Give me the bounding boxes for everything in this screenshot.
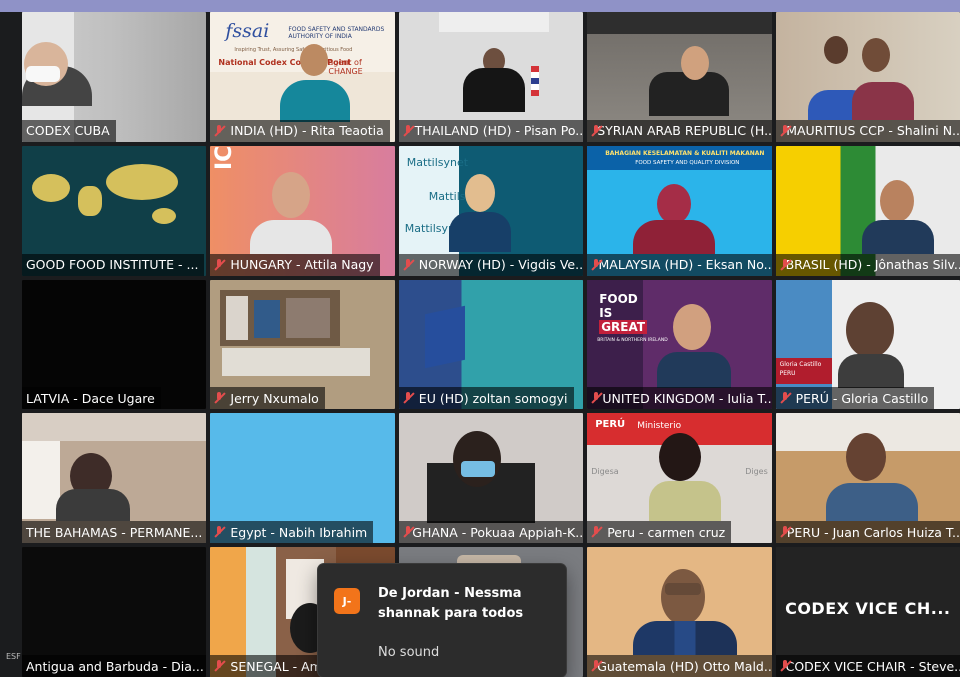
background-text: GREAT [599,319,648,334]
video-tile[interactable]: Antigua and Barbuda - Dia... [22,547,207,677]
mic-muted-icon [214,660,224,672]
fssai-text: Inspiring Trust, Assuring Safe & Nutriti… [234,47,353,53]
video-tile[interactable]: CODEX CUBA [22,12,207,142]
fssai-logo: fssai [225,20,270,42]
fssai-text: AUTHORITY OF INDIA [288,33,352,40]
video-tile[interactable]: CODEX VICE CH... CODEX VICE CHAIR - Stev… [775,547,960,677]
participant-name: INDIA (HD) - Rita Teaotia [210,119,390,142]
background-text: Mattils [428,189,466,203]
mic-muted-icon [214,392,224,404]
chat-sender: De Jordan - Nessma shannak para todos [378,586,524,621]
mic-muted-icon [214,258,224,271]
participant-name: THE BAHAMAS - PERMANE... [22,521,207,544]
background-text: Diges [745,467,768,477]
background-text: FOOD SAFETY AND QUALITY DIVISION [635,159,740,166]
participant-name: MALAYSIA (HD) - Eksan No... [587,253,772,276]
chat-popup[interactable]: J- De Jordan - Nessma shannak para todos… [318,564,566,677]
video-tile[interactable]: FOOD IS GREAT BRITAIN & NORTHERN IRELAND… [587,279,772,410]
mic-muted-icon [591,526,601,538]
fssai-text: FOOD SAFETY AND STANDARDS [288,26,385,33]
participant-name: Peru - carmen cruz [587,521,732,544]
background-text: Mattilsynet [406,155,469,169]
mic-muted-icon [591,392,599,404]
video-tile[interactable]: fssai FOOD SAFETY AND STANDARDS AUTHORIT… [210,12,395,142]
top-bar [0,0,960,12]
participant-name: SYRIAN ARAB REPUBLIC (H... [587,119,772,142]
chat-avatar: J- [334,588,360,614]
participant-name: THAILAND (HD) - Pisan Po... [398,119,584,142]
mic-muted-icon [214,526,224,538]
background-text: IS [599,305,613,320]
mic-muted-icon [403,392,413,404]
video-tile[interactable]: Guatemala (HD) Otto Mald... [587,547,772,677]
video-tile[interactable]: Gloria Castillo PERU PERÚ - Gloria Casti… [775,279,960,410]
mic-muted-icon [403,258,413,271]
mic-muted-icon [403,526,411,538]
participant-name: CODEX CUBA [22,119,116,142]
video-tile[interactable]: ICMAS HUNGARY - Attila Nagy [210,145,395,276]
video-tile[interactable]: EU (HD) zoltan somogyi [398,279,584,410]
video-tile[interactable]: BRASIL (HD) - Jônathas Silv... [775,145,960,276]
participant-name: PERÚ - Gloria Castillo [775,387,935,410]
video-tile[interactable]: PERÚ Ministerio Digesa Diges Peru - carm… [587,413,772,544]
participant-name: Guatemala (HD) Otto Mald... [587,655,772,677]
participant-name: Egypt - Nabih Ibrahim [210,521,374,544]
background-text: BRITAIN & NORTHERN IRELAND [597,337,668,343]
participant-name: CODEX VICE CHAIR - Steve... [775,655,960,677]
video-tile[interactable]: Mattilsynet Mattils Mattilsyn NORWAY (HD… [398,145,584,276]
mic-muted-icon [214,124,224,137]
mic-muted-icon [780,392,790,404]
participant-name: EU (HD) zoltan somogyi [398,387,574,410]
video-tile[interactable]: THE BAHAMAS - PERMANE... [22,413,207,544]
background-text: PERÚ [595,419,626,431]
participant-name: BRASIL (HD) - Jônathas Silv... [775,253,960,276]
participant-name: GHANA - Pokuaa Appiah-K... [398,521,584,544]
mic-muted-icon [780,124,784,137]
mic-muted-icon [591,258,601,271]
background-text: Ministerio [637,421,682,432]
video-tile[interactable]: THAILAND (HD) - Pisan Po... [398,12,584,142]
participant-name: UNITED KINGDOM - Iulia T... [587,387,772,410]
participant-name: LATVIA - Dace Ugare [22,387,161,410]
video-tile[interactable]: GOOD FOOD INSTITUTE - ... [22,145,207,276]
video-tile[interactable]: BAHAGIAN KESELAMATAN & KUALITI MAKANAN F… [587,145,772,276]
video-tile[interactable]: Jerry Nxumalo [210,279,395,410]
participant-name: GOOD FOOD INSTITUTE - ... [22,253,205,276]
participant-name: HUNGARY - Attila Nagy [210,253,380,276]
background-text: ICMAS [212,146,237,170]
background-text: Digesa [591,467,619,477]
mic-muted-icon [780,526,789,538]
background-text: BAHAGIAN KESELAMATAN & KUALITI MAKANAN [605,149,765,157]
sidebar-label: ESF [6,652,21,661]
left-sidebar: ESF [0,12,22,677]
background-text: FOOD [599,291,638,306]
video-tile[interactable]: GHANA - Pokuaa Appiah-K... [398,413,584,544]
mic-muted-icon [403,124,410,137]
participant-name: Jerry Nxumalo [210,387,325,410]
participant-name: NORWAY (HD) - Vigdis Ve... [398,253,584,276]
background-text: Mattilsyn [404,221,455,235]
video-tile[interactable]: MAURITIUS CCP - Shalini N... [775,12,960,142]
participant-name: MAURITIUS CCP - Shalini N... [775,119,960,142]
participant-name: PERU - Juan Carlos Huiza T... [775,521,960,544]
video-tile[interactable]: Egypt - Nabih Ibrahim [210,413,395,544]
video-tile[interactable]: LATVIA - Dace Ugare [22,279,207,410]
participant-name: Antigua and Barbuda - Dia... [22,655,207,677]
codex-vice-text: CODEX VICE CH... [785,599,951,619]
chat-message: No sound [378,645,440,660]
video-tile[interactable]: PERU - Juan Carlos Huiza T... [775,413,960,544]
background-text: PERU [779,369,796,377]
background-text: Gloria Castillo [779,360,822,368]
fssai-text: agent of CHANGE [328,58,363,76]
video-tile[interactable]: SYRIAN ARAB REPUBLIC (H... [587,12,772,142]
